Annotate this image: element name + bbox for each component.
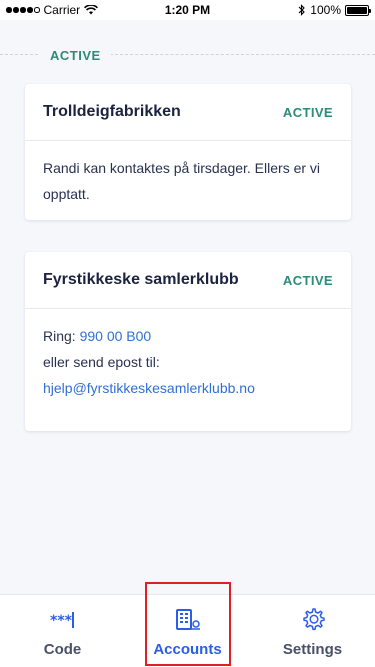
phone-label: Ring: — [43, 328, 76, 344]
code-icon: *** — [50, 605, 76, 635]
tab-code[interactable]: *** Code — [0, 595, 125, 667]
section-label-active: ACTIVE — [40, 48, 111, 63]
bluetooth-icon — [298, 4, 306, 16]
email-link[interactable]: hjelp@fyrstikkeskesamlerklubb.no — [43, 375, 333, 401]
tab-settings[interactable]: Settings — [250, 595, 375, 667]
tab-label: Code — [43, 641, 82, 658]
selection-highlight — [145, 582, 231, 666]
tab-label: Settings — [282, 641, 343, 658]
battery-percentage: 100% — [310, 3, 341, 17]
status-bar-right: 100% — [298, 3, 371, 17]
gear-icon — [299, 605, 327, 635]
status-badge: ACTIVE — [282, 272, 333, 288]
svg-text:***: *** — [50, 613, 73, 629]
battery-icon — [345, 4, 371, 16]
account-card[interactable]: Fyrstikkeske samlerklubb ACTIVE Ring: 99… — [25, 252, 351, 431]
card-body: Ring: 990 00 B00 eller send epost til: h… — [25, 309, 351, 415]
account-card[interactable]: Trolldeigfabrikken ACTIVE Randi kan kont… — [25, 84, 351, 220]
status-badge: ACTIVE — [282, 104, 333, 120]
email-label: eller send epost til: — [43, 354, 160, 370]
status-bar: Carrier 1:20 PM 100% — [0, 0, 375, 20]
phone-row: Ring: 990 00 B00 — [43, 323, 333, 349]
card-title: Fyrstikkeske samlerklubb — [43, 271, 239, 288]
tab-bar: *** Code Accounts Settings — [0, 582, 375, 667]
card-body: Randi kan kontaktes på tirsdager. Ellers… — [25, 141, 351, 221]
card-title: Trolldeigfabrikken — [43, 103, 181, 120]
phone-link[interactable]: 990 00 B00 — [80, 328, 152, 344]
card-header: Fyrstikkeske samlerklubb ACTIVE — [25, 252, 351, 309]
tab-accounts[interactable]: Accounts — [125, 582, 250, 667]
card-header: Trolldeigfabrikken ACTIVE — [25, 84, 351, 141]
card-description: Randi kan kontaktes på tirsdager. Ellers… — [43, 160, 321, 202]
